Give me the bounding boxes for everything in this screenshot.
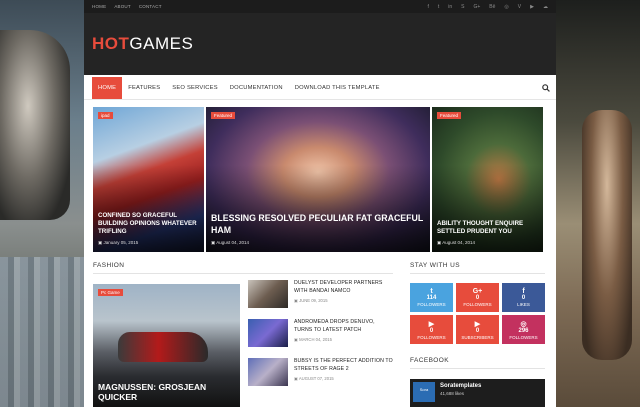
post-date: ▣ MARCH 04, 2015 xyxy=(294,337,332,342)
race-car-graphic xyxy=(118,332,208,362)
post-thumbnail[interactable] xyxy=(248,319,288,347)
post-title[interactable]: BUBSY IS THE PERFECT ADDITION TO STREETS… xyxy=(294,358,393,373)
featured-title[interactable]: CONFINED SO GRACEFUL BUILDING OPINIONS W… xyxy=(98,212,199,236)
linkedin-icon[interactable]: in xyxy=(448,4,452,10)
twitter-icon: t xyxy=(430,288,433,295)
nav-item-documentation[interactable]: DOCUMENTATION xyxy=(224,77,289,99)
post-thumbnail[interactable] xyxy=(248,358,288,386)
follower-count: 0 xyxy=(475,295,480,301)
youtube-icon: ▶ xyxy=(428,320,435,328)
facebook-icon: f xyxy=(522,288,525,295)
search-icon[interactable] xyxy=(536,77,556,99)
follower-label: FOLLOWERS xyxy=(509,334,538,340)
youtube-follow-box[interactable]: ▶ 0 FOLLOWERS xyxy=(410,315,453,344)
category-tag[interactable]: Pc Game xyxy=(98,289,123,296)
post-title[interactable]: MAGNUSSEN: GROSJEAN QUICKER xyxy=(98,382,240,402)
page-name[interactable]: Soratemplates xyxy=(440,383,481,389)
featured-title[interactable]: ABILITY THOUGHT ENQUIRE SETTLED PRUDENT … xyxy=(437,220,538,236)
post-date: ▣ JUNE 09, 2015 xyxy=(294,298,328,303)
background-city xyxy=(0,257,84,407)
post-thumbnail[interactable] xyxy=(248,280,288,308)
divider xyxy=(93,273,393,274)
instagram-icon: ◎ xyxy=(520,320,527,328)
featured-title[interactable]: BLESSING RESOLVED PECULIAR FAT GRACEFUL … xyxy=(211,213,425,236)
twitter-icon[interactable]: t xyxy=(438,4,439,10)
subscriber-label: SUBSCRIBERS xyxy=(461,334,494,340)
featured-card[interactable]: Featured BLESSING RESOLVED PECULIAR FAT … xyxy=(206,107,430,252)
google-plus-icon[interactable]: G+ xyxy=(473,4,480,10)
category-tag[interactable]: Featured xyxy=(437,112,462,119)
instagram-follow-box[interactable]: ◎ 296 FOLLOWERS xyxy=(502,315,545,344)
like-count: 0 xyxy=(521,295,526,301)
google-plus-icon: G+ xyxy=(472,288,483,295)
featured-slider: ipad CONFINED SO GRACEFUL BUILDING OPINI… xyxy=(93,107,543,252)
vimeo-icon[interactable]: V xyxy=(518,4,521,10)
category-tag[interactable]: ipad xyxy=(98,112,113,119)
top-link-about[interactable]: ABOUT xyxy=(114,4,131,9)
list-item[interactable]: BUBSY IS THE PERFECT ADDITION TO STREETS… xyxy=(248,358,393,397)
follower-count: 296 xyxy=(518,327,529,334)
background-character-left xyxy=(0,30,70,220)
fashion-big-post[interactable]: Pc Game MAGNUSSEN: GROSJEAN QUICKER xyxy=(93,284,240,407)
site-logo[interactable]: HOTGAMES xyxy=(92,34,193,54)
nav-item-seo-services[interactable]: SEO SERVICES xyxy=(166,77,223,99)
follower-label: FOLLOWERS xyxy=(417,334,446,340)
site-header: HOTGAMES xyxy=(84,13,556,75)
featured-card[interactable]: Featured ABILITY THOUGHT ENQUIRE SETTLED… xyxy=(432,107,543,252)
top-link-contact[interactable]: CONTACT xyxy=(139,4,162,9)
youtube-icon: ▶ xyxy=(474,320,481,328)
facebook-page-widget[interactable]: Sora Soratemplates 41,688 likes xyxy=(410,379,545,407)
stay-with-us-heading: STAY WITH US xyxy=(410,262,460,269)
like-label: LIKES xyxy=(517,302,530,307)
follower-label: FOLLOWERS xyxy=(417,302,446,307)
facebook-icon[interactable]: f xyxy=(427,4,428,10)
post-date: ▣ August 04, 2014 xyxy=(437,240,476,245)
post-date: ▣ January 05, 2015 xyxy=(98,240,139,245)
main-nav: HOME FEATURES SEO SERVICES DOCUMENTATION… xyxy=(84,77,556,100)
facebook-follow-box[interactable]: f 0 LIKES xyxy=(502,283,545,312)
divider xyxy=(410,368,545,369)
youtube-subscribe-box[interactable]: ▶ 0 SUBSCRIBERS xyxy=(456,315,499,344)
background-art-left xyxy=(0,0,84,407)
fashion-heading: FASHION xyxy=(93,262,125,269)
twitter-follow-box[interactable]: t 114 FOLLOWERS xyxy=(410,283,453,312)
follower-count: 114 xyxy=(426,295,437,301)
post-title[interactable]: DUELYST DEVELOPER PARTNERS WITH BANDAI N… xyxy=(294,280,393,295)
logo-games: GAMES xyxy=(129,34,194,53)
nav-item-download[interactable]: DOWNLOAD THIS TEMPLATE xyxy=(289,77,386,99)
background-art-right xyxy=(556,0,640,407)
soundcloud-icon[interactable]: ☁ xyxy=(543,4,548,10)
list-item[interactable]: ANDROMEDA DROPS DENUVO, TURNS TO LATEST … xyxy=(248,319,393,358)
follower-count: 0 xyxy=(429,327,434,334)
skype-icon[interactable]: S xyxy=(461,4,464,10)
post-title[interactable]: ANDROMEDA DROPS DENUVO, TURNS TO LATEST … xyxy=(294,319,393,334)
behance-icon[interactable]: Bē xyxy=(489,4,495,10)
post-date: ▣ August 04, 2014 xyxy=(211,240,250,245)
page-likes: 41,688 likes xyxy=(440,391,465,396)
facebook-heading: FACEBOOK xyxy=(410,357,449,364)
fashion-post-list: DUELYST DEVELOPER PARTNERS WITH BANDAI N… xyxy=(248,280,393,397)
top-bar: HOME ABOUT CONTACT f t in S G+ Bē ◎ V ▶ … xyxy=(84,0,556,13)
page-logo: Sora xyxy=(413,382,435,402)
top-link-home[interactable]: HOME xyxy=(92,4,106,9)
google-plus-follow-box[interactable]: G+ 0 FOLLOWERS xyxy=(456,283,499,312)
logo-hot: HOT xyxy=(92,34,130,53)
post-date: ▣ AUGUST 07, 2015 xyxy=(294,376,334,381)
nav-item-home[interactable]: HOME xyxy=(92,77,123,99)
nav-item-features[interactable]: FEATURES xyxy=(122,77,166,99)
divider xyxy=(410,273,545,274)
social-counters: t 114 FOLLOWERS G+ 0 FOLLOWERS f 0 LIKES… xyxy=(410,283,545,344)
dribbble-icon[interactable]: ◎ xyxy=(504,4,508,10)
site-container: HOME ABOUT CONTACT f t in S G+ Bē ◎ V ▶ … xyxy=(84,0,556,407)
featured-card[interactable]: ipad CONFINED SO GRACEFUL BUILDING OPINI… xyxy=(93,107,204,252)
background-character-right xyxy=(582,110,632,360)
social-links: f t in S G+ Bē ◎ V ▶ ☁ xyxy=(427,4,548,10)
category-tag[interactable]: Featured xyxy=(211,112,236,119)
subscriber-count: 0 xyxy=(475,327,480,334)
youtube-icon[interactable]: ▶ xyxy=(530,4,534,10)
list-item[interactable]: DUELYST DEVELOPER PARTNERS WITH BANDAI N… xyxy=(248,280,393,319)
follower-label: FOLLOWERS xyxy=(463,302,492,307)
